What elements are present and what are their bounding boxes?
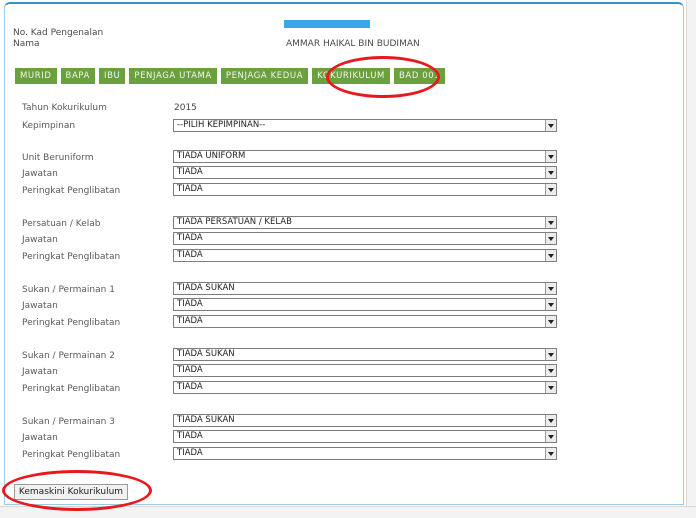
sport1-label: Sukan / Permainan 1 bbox=[22, 285, 115, 295]
chevron-down-icon bbox=[545, 217, 556, 228]
club-level-value: TIADA bbox=[177, 250, 203, 260]
sport1-level-label: Peringkat Penglibatan bbox=[22, 318, 121, 328]
sport3-level-label: Peringkat Penglibatan bbox=[22, 450, 121, 460]
club-level-label: Peringkat Penglibatan bbox=[22, 252, 121, 262]
sport3-position-label: Jawatan bbox=[22, 433, 58, 443]
tab-penjaga-kedua[interactable]: PENJAGA KEDUA bbox=[218, 68, 309, 84]
sport3-level-select[interactable]: TIADA bbox=[173, 447, 557, 460]
tab-murid[interactable]: MURID bbox=[15, 68, 57, 84]
chevron-down-icon bbox=[545, 167, 556, 178]
sport3-level-value: TIADA bbox=[177, 448, 203, 458]
sport1-select[interactable]: TIADA SUKAN bbox=[173, 282, 557, 295]
sport3-select-value: TIADA SUKAN bbox=[177, 415, 235, 425]
sport3-label: Sukan / Permainan 3 bbox=[22, 417, 115, 427]
chevron-down-icon bbox=[545, 250, 556, 261]
chevron-down-icon bbox=[545, 349, 556, 360]
leadership-label: Kepimpinan bbox=[22, 121, 76, 131]
club-position-label: Jawatan bbox=[22, 235, 58, 245]
unit-level-select[interactable]: TIADA bbox=[173, 183, 557, 196]
unit-level-label: Peringkat Penglibatan bbox=[22, 186, 121, 196]
sport2-position-label: Jawatan bbox=[22, 367, 58, 377]
window-edge bbox=[686, 0, 696, 517]
name-value: AMMAR HAIKAL BIN BUDIMAN bbox=[286, 39, 420, 49]
sport3-position-value: TIADA bbox=[177, 431, 203, 441]
year-value: 2015 bbox=[174, 103, 197, 113]
unit-position-value: TIADA bbox=[177, 167, 203, 177]
sport2-level-select[interactable]: TIADA bbox=[173, 381, 557, 394]
unit-level-value: TIADA bbox=[177, 184, 203, 194]
club-select-value: TIADA PERSATUAN / KELAB bbox=[177, 217, 292, 227]
club-position-value: TIADA bbox=[177, 233, 203, 243]
chevron-down-icon bbox=[545, 120, 556, 131]
chevron-down-icon bbox=[545, 431, 556, 442]
sport1-level-select[interactable]: TIADA bbox=[173, 315, 557, 328]
chevron-down-icon bbox=[545, 382, 556, 393]
sport2-label: Sukan / Permainan 2 bbox=[22, 351, 115, 361]
chevron-down-icon bbox=[545, 365, 556, 376]
sport2-level-value: TIADA bbox=[177, 382, 203, 392]
chevron-down-icon bbox=[545, 283, 556, 294]
window-bottom-edge bbox=[0, 506, 696, 518]
chevron-down-icon bbox=[545, 316, 556, 327]
sport1-position-label: Jawatan bbox=[22, 301, 58, 311]
sport1-select-value: TIADA SUKAN bbox=[177, 283, 235, 293]
unit-position-select[interactable]: TIADA bbox=[173, 166, 557, 179]
leadership-select[interactable]: --PILIH KEPIMPINAN-- bbox=[173, 119, 557, 132]
sport1-position-value: TIADA bbox=[177, 299, 203, 309]
unit-select-value: TIADA UNIFORM bbox=[177, 151, 246, 161]
sport2-select-value: TIADA SUKAN bbox=[177, 349, 235, 359]
unit-select[interactable]: TIADA UNIFORM bbox=[173, 150, 557, 163]
tab-bapa[interactable]: BAPA bbox=[58, 68, 95, 84]
chevron-down-icon bbox=[545, 415, 556, 426]
tab-penjaga-utama[interactable]: PENJAGA UTAMA bbox=[127, 68, 217, 84]
unit-position-label: Jawatan bbox=[22, 169, 58, 179]
club-level-select[interactable]: TIADA bbox=[173, 249, 557, 262]
club-position-select[interactable]: TIADA bbox=[173, 232, 557, 245]
sport2-select[interactable]: TIADA SUKAN bbox=[173, 348, 557, 361]
chevron-down-icon bbox=[545, 233, 556, 244]
ic-label: No. Kad Pengenalan bbox=[13, 28, 104, 38]
leadership-select-value: --PILIH KEPIMPINAN-- bbox=[177, 120, 266, 130]
sport3-position-select[interactable]: TIADA bbox=[173, 430, 557, 443]
tab-kokurikulum[interactable]: KOKURIKULUM bbox=[310, 68, 390, 84]
club-label: Persatuan / Kelab bbox=[22, 219, 101, 229]
tab-ibu[interactable]: IBU bbox=[96, 68, 126, 84]
sport1-position-select[interactable]: TIADA bbox=[173, 298, 557, 311]
tab-bar: MURID BAPA IBU PENJAGA UTAMA PENJAGA KED… bbox=[15, 68, 447, 84]
year-label: Tahun Kokurikulum bbox=[22, 103, 107, 113]
tab-bad-001[interactable]: BAD 001 bbox=[391, 68, 446, 84]
name-label: Nama bbox=[13, 39, 40, 49]
sport2-level-label: Peringkat Penglibatan bbox=[22, 384, 121, 394]
chevron-down-icon bbox=[545, 184, 556, 195]
sport2-position-value: TIADA bbox=[177, 365, 203, 375]
sport1-level-value: TIADA bbox=[177, 316, 203, 326]
chevron-down-icon bbox=[545, 299, 556, 310]
sport2-position-select[interactable]: TIADA bbox=[173, 364, 557, 377]
chevron-down-icon bbox=[545, 448, 556, 459]
sport3-select[interactable]: TIADA SUKAN bbox=[173, 414, 557, 427]
chevron-down-icon bbox=[545, 151, 556, 162]
ic-number-redaction bbox=[284, 20, 370, 28]
unit-label: Unit Beruniform bbox=[22, 153, 94, 163]
update-kokurikulum-button[interactable]: Kemaskini Kokurikulum bbox=[14, 484, 128, 500]
club-select[interactable]: TIADA PERSATUAN / KELAB bbox=[173, 216, 557, 229]
